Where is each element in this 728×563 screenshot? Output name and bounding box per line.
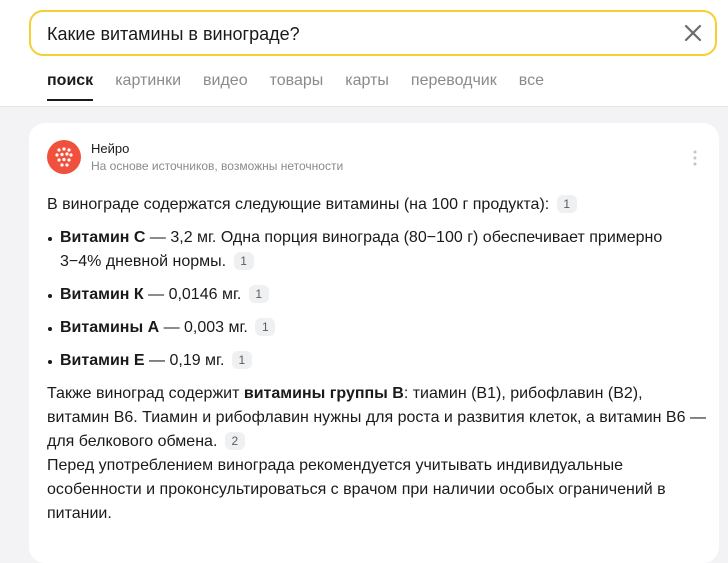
list-item: Витамин C — 3,2 мг. Одна порция виноград… <box>47 226 707 274</box>
citation-badge[interactable]: 1 <box>255 318 276 336</box>
search-tabs: поиск картинки видео товары карты перево… <box>47 72 566 101</box>
list-item: Витамины А — 0,003 мг. 1 <box>47 316 707 340</box>
close-icon[interactable] <box>681 21 705 45</box>
tab-all[interactable]: все <box>519 72 544 100</box>
answer-paragraph-b-vitamins: Также виноград содержит витамины группы … <box>47 382 707 454</box>
vitamin-name: Витамин К <box>60 286 144 303</box>
search-box[interactable] <box>29 10 717 56</box>
vitamin-list: Витамин C — 3,2 мг. Одна порция виноград… <box>47 226 707 373</box>
para2-text-before: Также виноград содержит <box>47 385 244 402</box>
neuro-logo-icon <box>47 140 81 174</box>
vitamin-name: Витамины А <box>60 319 160 336</box>
citation-badge[interactable]: 1 <box>556 195 577 213</box>
answer-paragraph-advice: Перед употреблением винограда рекомендуе… <box>47 457 666 522</box>
vitamin-text: — 0,0146 мг. <box>143 286 242 303</box>
citation-badge[interactable]: 1 <box>233 252 254 270</box>
citation-badge[interactable]: 1 <box>231 351 252 369</box>
tab-search[interactable]: поиск <box>47 72 94 101</box>
vitamin-name: Витамин Е <box>60 352 145 369</box>
answer-intro: В винограде содержатся следующие витамин… <box>47 193 707 217</box>
citation-badge[interactable]: 1 <box>248 285 269 303</box>
search-input[interactable] <box>47 22 667 46</box>
tab-video[interactable]: видео <box>203 72 248 100</box>
more-options-icon[interactable] <box>691 149 699 167</box>
list-item: Витамин Е — 0,19 мг. 1 <box>47 349 707 373</box>
vitamin-text: — 3,2 мг. Одна порция винограда (80−100 … <box>60 229 663 270</box>
vitamin-text: — 0,19 мг. <box>144 352 225 369</box>
search-header: поиск картинки видео товары карты перево… <box>0 0 728 107</box>
citation-badge[interactable]: 2 <box>224 432 245 450</box>
tab-translator[interactable]: переводчик <box>411 72 497 100</box>
answer-intro-text: В винограде содержатся следующие витамин… <box>47 196 550 213</box>
para2-bold: витамины группы B <box>243 385 404 402</box>
list-item: Витамин К — 0,0146 мг. 1 <box>47 283 707 307</box>
neuro-title: Нейро <box>91 141 130 156</box>
tab-products[interactable]: товары <box>270 72 324 100</box>
vitamin-text: — 0,003 мг. <box>159 319 248 336</box>
vitamin-name: Витамин C <box>60 229 146 246</box>
tab-maps[interactable]: карты <box>345 72 389 100</box>
answer-content: В винограде содержатся следующие витамин… <box>47 193 707 526</box>
neuro-answer-card: Нейро На основе источников, возможны нет… <box>29 123 719 563</box>
tab-images[interactable]: картинки <box>115 72 181 100</box>
neuro-disclaimer: На основе источников, возможны неточност… <box>91 159 344 173</box>
